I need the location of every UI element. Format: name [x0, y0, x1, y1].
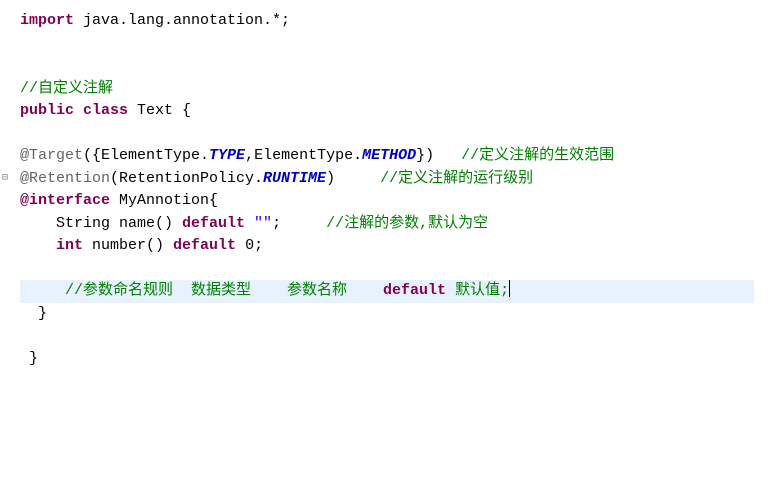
code-line: @Target({ElementType.TYPE,ElementType.ME…: [20, 145, 754, 168]
code-line: @interface MyAnnotion{: [20, 190, 754, 213]
keyword-int: int: [56, 237, 83, 254]
separator: ,ElementType.: [245, 147, 362, 164]
keyword-interface: @interface: [20, 192, 110, 209]
target-args: ({ElementType.: [83, 147, 209, 164]
code-line: int number() default 0;: [20, 235, 754, 258]
highlighted-line: //参数命名规则 数据类型 参数名称 default 默认值;: [20, 280, 754, 303]
comment-text: //自定义注解: [20, 80, 113, 97]
blank-line: [20, 33, 754, 56]
fold-marker-icon: ⊟: [2, 171, 8, 186]
semicolon: ;: [272, 215, 326, 232]
comment-text: 默认值;: [446, 282, 509, 299]
zero-literal: 0;: [236, 237, 263, 254]
text-cursor: [509, 280, 510, 297]
keyword-default: default: [173, 237, 236, 254]
close-brace: }: [20, 305, 47, 322]
retention-close: ): [326, 170, 380, 187]
class-declaration: Text {: [128, 102, 191, 119]
code-line: import java.lang.annotation.*;: [20, 10, 754, 33]
annotation-retention: @Retention: [20, 170, 110, 187]
keyword-import: import: [20, 12, 74, 29]
method-int-number: number(): [83, 237, 173, 254]
indent: [20, 282, 65, 299]
target-close: }): [416, 147, 461, 164]
method-string-name: String name(): [20, 215, 182, 232]
code-line: }: [20, 348, 754, 371]
code-line: String name() default ""; //注解的参数,默认为空: [20, 213, 754, 236]
keyword-default: default: [383, 282, 446, 299]
string-literal: "": [245, 215, 272, 232]
constant-runtime: RUNTIME: [263, 170, 326, 187]
comment-text: //定义注解的运行级别: [380, 170, 533, 187]
blank-line: [20, 258, 754, 281]
import-path: java.lang.annotation.*;: [74, 12, 290, 29]
comment-text: //定义注解的生效范围: [461, 147, 614, 164]
retention-args: (RetentionPolicy.: [110, 170, 263, 187]
comment-text: //参数命名规则 数据类型 参数名称: [65, 282, 383, 299]
code-line: }: [20, 303, 754, 326]
keyword-class: class: [83, 102, 128, 119]
keyword-public: public: [20, 102, 74, 119]
blank-line: [20, 55, 754, 78]
code-line: public class Text {: [20, 100, 754, 123]
annotation-target: @Target: [20, 147, 83, 164]
final-brace: }: [20, 350, 38, 367]
interface-declaration: MyAnnotion{: [110, 192, 218, 209]
code-line: //自定义注解: [20, 78, 754, 101]
constant-method: METHOD: [362, 147, 416, 164]
blank-line: [20, 325, 754, 348]
comment-text: //注解的参数,默认为空: [326, 215, 488, 232]
code-editor[interactable]: import java.lang.annotation.*; //自定义注解 p…: [20, 10, 754, 370]
indent: [20, 237, 56, 254]
constant-type: TYPE: [209, 147, 245, 164]
code-line: ⊟@Retention(RetentionPolicy.RUNTIME) //定…: [20, 168, 754, 191]
keyword-default: default: [182, 215, 245, 232]
blank-line: [20, 123, 754, 146]
